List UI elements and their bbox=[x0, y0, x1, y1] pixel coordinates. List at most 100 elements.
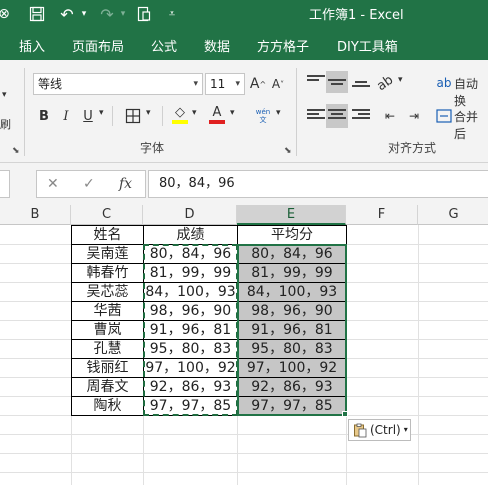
grow-font-button[interactable]: A ^ bbox=[249, 74, 267, 94]
underline-dropdown-icon[interactable]: ▾ bbox=[99, 108, 104, 118]
cell-average[interactable]: 98，96，90 bbox=[237, 301, 347, 321]
tab-data[interactable]: 数据 bbox=[204, 36, 230, 55]
undo-icon[interactable]: ↶ bbox=[56, 4, 78, 24]
redo-dropdown-icon: ▾ bbox=[120, 9, 126, 19]
wrap-text-button[interactable]: 自动换 bbox=[454, 75, 488, 109]
font-name-select[interactable]: 等线 ▾ bbox=[33, 73, 203, 95]
decrease-indent-icon[interactable]: ⇤ bbox=[381, 106, 399, 126]
clipboard-launcher-icon[interactable]: ⬊ bbox=[12, 146, 20, 156]
enter-icon[interactable]: ✓ bbox=[83, 176, 95, 192]
fill-color-dropdown-icon[interactable]: ▾ bbox=[192, 108, 197, 118]
align-right-icon[interactable] bbox=[352, 109, 370, 123]
font-color-icon[interactable]: A bbox=[208, 104, 226, 126]
underline-button[interactable]: U bbox=[80, 106, 96, 126]
cell-name[interactable]: 周春文 bbox=[71, 377, 144, 397]
save-icon[interactable] bbox=[26, 4, 48, 24]
cell-average[interactable]: 80，84，96 bbox=[237, 244, 347, 264]
fill-color-icon[interactable]: ◇ bbox=[171, 104, 189, 126]
table-row: 曹岚 91，96，81 91，96，81 bbox=[71, 320, 347, 340]
column-header-d[interactable]: D bbox=[143, 205, 237, 225]
tab-formulas[interactable]: 公式 bbox=[151, 36, 177, 55]
customize-quick-access-icon[interactable]: ⩡ bbox=[164, 4, 180, 24]
cancel-icon[interactable]: ✕ bbox=[47, 176, 59, 192]
cell-name[interactable]: 曹岚 bbox=[71, 320, 144, 340]
table-row: 吴南莲 80，84，96 80，84，96 bbox=[71, 244, 347, 264]
align-left-icon[interactable] bbox=[307, 109, 325, 123]
document-icon[interactable] bbox=[134, 4, 154, 24]
header-cell-average[interactable]: 平均分 bbox=[237, 225, 347, 245]
ribbon-tabs: 插入 页面布局 公式 数据 方方格子 DIY工具箱 bbox=[0, 28, 488, 60]
cell-score[interactable]: 84，100，93 bbox=[143, 282, 238, 302]
borders-dropdown-icon[interactable]: ▾ bbox=[146, 108, 151, 118]
window-title: 工作簿1 - Excel bbox=[309, 8, 404, 23]
orientation-dropdown-icon[interactable]: ▾ bbox=[398, 75, 403, 85]
worksheet-grid[interactable]: B C D E F G 姓名 成绩 平均分 吴南莲 80，84，96 80，84… bbox=[0, 205, 488, 485]
align-center-button[interactable] bbox=[326, 104, 348, 128]
borders-icon[interactable] bbox=[123, 106, 143, 126]
cell-name[interactable]: 华茜 bbox=[71, 301, 144, 321]
cell-name[interactable]: 陶秋 bbox=[71, 396, 144, 416]
table-row: 周春文 92，86，93 92，86，93 bbox=[71, 377, 347, 397]
cell-average[interactable]: 92，86，93 bbox=[237, 377, 347, 397]
cell-name[interactable]: 孔慧 bbox=[71, 339, 144, 359]
fill-handle[interactable] bbox=[342, 411, 348, 417]
align-middle-button[interactable] bbox=[326, 71, 348, 93]
tab-page-layout[interactable]: 页面布局 bbox=[72, 36, 124, 55]
font-color-dropdown-icon[interactable]: ▾ bbox=[230, 108, 235, 118]
align-bottom-icon[interactable] bbox=[352, 75, 370, 89]
cell-name[interactable]: 吴南莲 bbox=[71, 244, 144, 264]
cell-score[interactable]: 98，96，90 bbox=[143, 301, 238, 321]
phonetic-dropdown-icon[interactable]: ▾ bbox=[276, 108, 281, 118]
orientation-icon[interactable]: ab bbox=[371, 69, 399, 97]
cell-score[interactable]: 92，86，93 bbox=[143, 377, 238, 397]
column-header-c[interactable]: C bbox=[71, 205, 143, 225]
column-header-f[interactable]: F bbox=[346, 205, 418, 225]
cell-average[interactable]: 84，100，93 bbox=[237, 282, 347, 302]
merge-center-button[interactable]: 合并后 bbox=[454, 108, 488, 142]
cell-name[interactable]: 吴芯蕊 bbox=[71, 282, 144, 302]
paste-dropdown-icon[interactable]: ▾ bbox=[2, 90, 7, 100]
table-row: 韩春竹 81，99，99 81，99，99 bbox=[71, 263, 347, 283]
tab-diy-toolbox[interactable]: DIY工具箱 bbox=[337, 36, 398, 55]
cell-score[interactable]: 80，84，96 bbox=[143, 244, 238, 264]
cell-average[interactable]: 81，99，99 bbox=[237, 263, 347, 283]
cell-average[interactable]: 95，80，83 bbox=[237, 339, 347, 359]
separator bbox=[296, 68, 297, 156]
header-cell-score[interactable]: 成绩 bbox=[143, 225, 238, 245]
cell-score[interactable]: 91，96，81 bbox=[143, 320, 238, 340]
merge-center-icon[interactable] bbox=[435, 106, 453, 126]
column-header-b[interactable]: B bbox=[0, 205, 71, 225]
column-header-g[interactable]: G bbox=[418, 205, 488, 225]
tab-insert[interactable]: 插入 bbox=[19, 36, 45, 55]
italic-button[interactable]: I bbox=[59, 106, 73, 126]
autosave-icon[interactable]: ⊗ bbox=[0, 4, 14, 24]
increase-indent-icon[interactable]: ⇥ bbox=[405, 106, 423, 126]
header-cell-name[interactable]: 姓名 bbox=[71, 225, 144, 245]
font-launcher-icon[interactable]: ⬊ bbox=[284, 146, 292, 156]
insert-function-icon[interactable]: fx bbox=[119, 176, 132, 192]
table-row: 孔慧 95，80，83 95，80，83 bbox=[71, 339, 347, 359]
cell-score[interactable]: 81，99，99 bbox=[143, 263, 238, 283]
font-size-select[interactable]: 11 ▾ bbox=[205, 73, 245, 95]
cell-average[interactable]: 97，97，85 bbox=[237, 396, 347, 416]
cell-average[interactable]: 97，100，92 bbox=[237, 358, 347, 378]
table-header-row: 姓名 成绩 平均分 bbox=[71, 225, 347, 245]
cell-name[interactable]: 钱丽红 bbox=[71, 358, 144, 378]
format-painter-label[interactable]: 刷 bbox=[0, 116, 11, 132]
cell-score[interactable]: 97，97，85 bbox=[143, 396, 238, 416]
formula-input[interactable]: 80，84，96 bbox=[148, 170, 488, 198]
bold-button[interactable]: B bbox=[36, 106, 52, 126]
cell-score[interactable]: 97，100，92 bbox=[143, 358, 238, 378]
wrap-text-icon[interactable]: ab bbox=[434, 73, 454, 93]
cell-name[interactable]: 韩春竹 bbox=[71, 263, 144, 283]
column-header-e[interactable]: E bbox=[237, 205, 346, 225]
shrink-font-button[interactable]: A ˅ bbox=[269, 74, 287, 94]
undo-dropdown-icon[interactable]: ▾ bbox=[78, 4, 90, 24]
align-top-icon[interactable] bbox=[307, 75, 325, 89]
paste-options-button[interactable]: (Ctrl) ▾ bbox=[348, 419, 411, 441]
phonetic-guide-icon[interactable]: wén 文 bbox=[252, 105, 274, 127]
name-box[interactable] bbox=[0, 170, 10, 198]
tab-fangfang[interactable]: 方方格子 bbox=[257, 36, 309, 55]
cell-score[interactable]: 95，80，83 bbox=[143, 339, 238, 359]
cell-average[interactable]: 91，96，81 bbox=[237, 320, 347, 340]
